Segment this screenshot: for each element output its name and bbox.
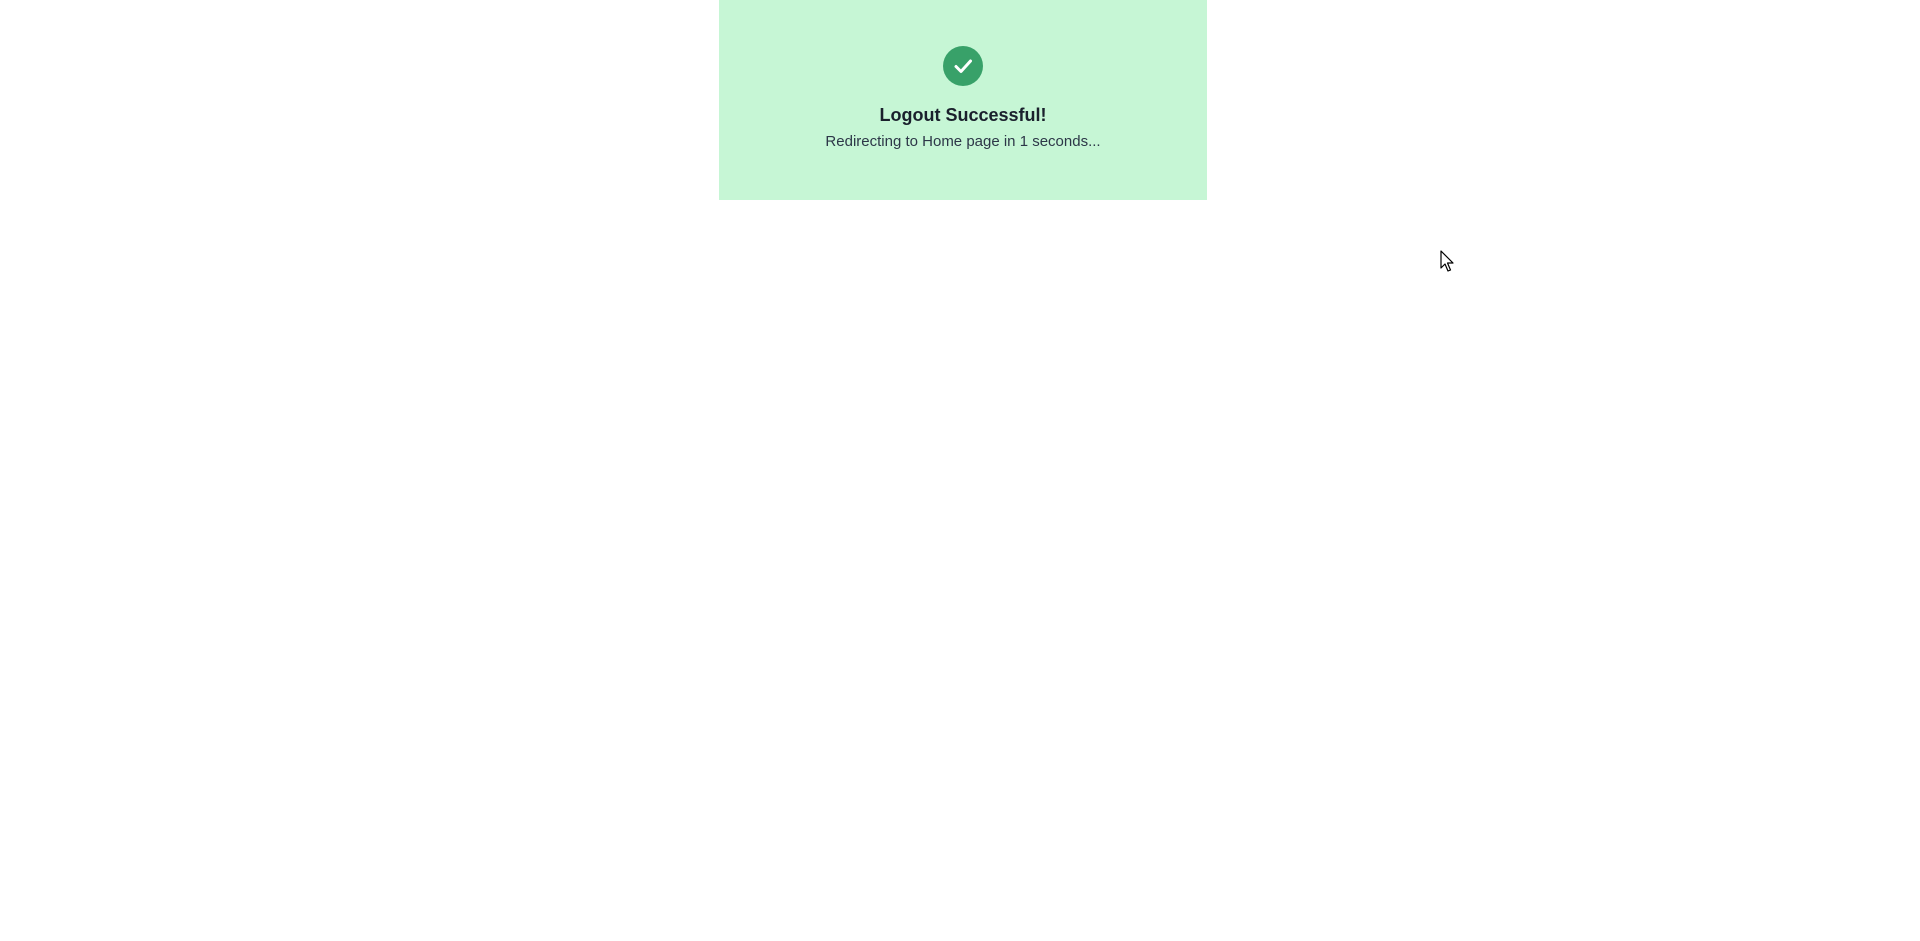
toast-message: Redirecting to Home page in 1 seconds... [825,133,1101,150]
page: Logout Successful! Redirecting to Home p… [0,0,1920,941]
mouse-pointer-icon [1440,250,1456,274]
check-circle-icon [943,46,983,86]
toast-title: Logout Successful! [879,105,1047,125]
logout-success-toast: Logout Successful! Redirecting to Home p… [719,0,1207,200]
